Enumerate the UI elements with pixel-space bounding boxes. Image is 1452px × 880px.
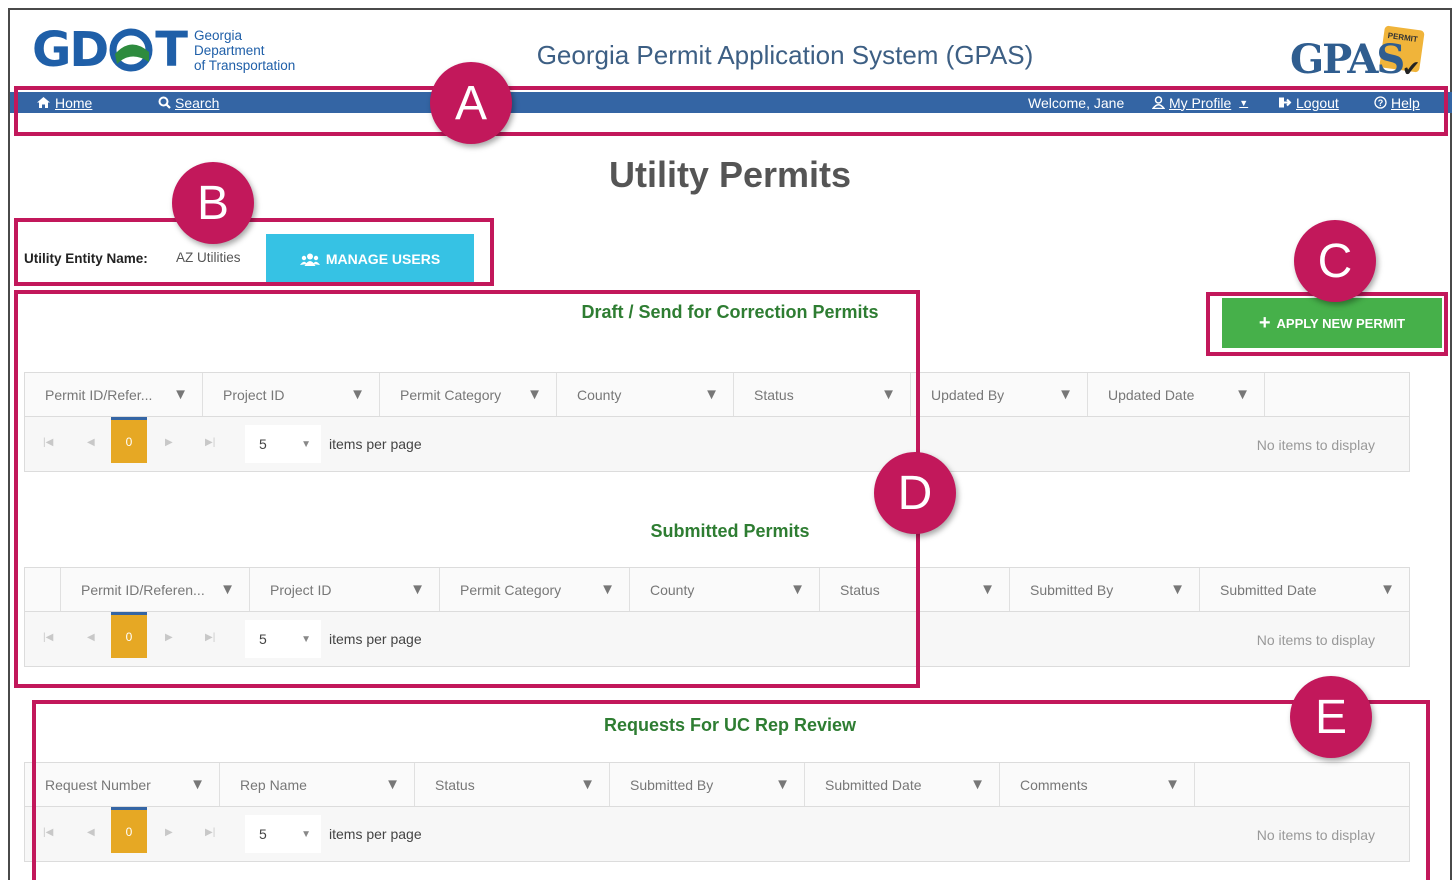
column-header-empty xyxy=(1265,373,1409,416)
gdot-logo-mark: GD T xyxy=(32,22,188,78)
gpas-logo-text: GPAS xyxy=(1290,36,1405,83)
callout-badge-e: E xyxy=(1290,676,1372,758)
filter-icon[interactable]: ▼ xyxy=(1235,386,1250,403)
no-items-text: No items to display xyxy=(1256,437,1375,453)
callout-badge-b: B xyxy=(172,162,254,244)
logo-sub-line: Georgia xyxy=(194,27,243,43)
callout-badge-c: C xyxy=(1294,220,1376,302)
column-header[interactable]: Updated By ▼ xyxy=(911,373,1088,416)
gdot-logo: GD T Georgia Department of Transportatio… xyxy=(32,24,295,76)
no-items-text: No items to display xyxy=(1256,632,1375,648)
callout-box-b xyxy=(14,218,494,286)
callout-box-c xyxy=(1206,292,1448,356)
logo-letters-left: GD xyxy=(32,22,109,78)
check-icon: ✔ xyxy=(1402,56,1421,81)
column-header[interactable]: Submitted Date ▼ xyxy=(1200,568,1409,611)
gpas-logo: PERMIT GPAS ✔ xyxy=(1288,18,1428,84)
filter-icon[interactable]: ▼ xyxy=(1170,581,1185,598)
logo-letters-right: T xyxy=(155,22,188,78)
filter-icon[interactable]: ▼ xyxy=(1058,386,1073,403)
callout-box-e xyxy=(32,700,1430,880)
column-header[interactable]: Submitted By ▼ xyxy=(1010,568,1200,611)
logo-sub-line: of Transportation xyxy=(194,57,296,73)
filter-icon[interactable]: ▼ xyxy=(1380,581,1395,598)
filter-icon[interactable]: ▼ xyxy=(980,581,995,598)
callout-box-a xyxy=(14,86,1448,136)
logo-subtitle: Georgia Department of Transportation xyxy=(194,28,295,73)
app-title: Georgia Permit Application System (GPAS) xyxy=(536,40,1034,70)
logo-o-icon xyxy=(109,28,153,72)
callout-badge-a: A xyxy=(430,62,512,144)
callout-box-d xyxy=(14,290,920,688)
column-header[interactable]: Updated Date ▼ xyxy=(1088,373,1265,416)
logo-sub-line: Department xyxy=(194,42,265,58)
callout-badge-d: D xyxy=(874,452,956,534)
